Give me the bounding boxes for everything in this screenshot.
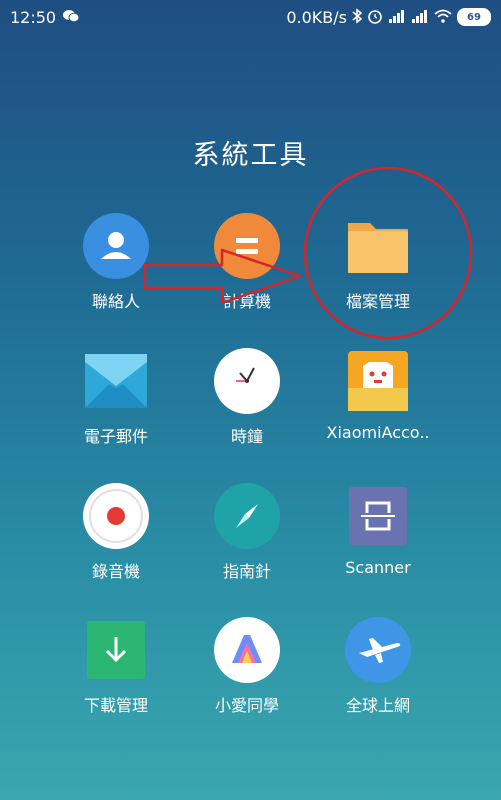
status-bar: 12:50 0.0KB/s 69 <box>0 0 501 34</box>
net-speed: 0.0KB/s <box>286 7 347 27</box>
record-icon <box>83 483 149 549</box>
app-email[interactable]: 電子郵件 <box>46 348 186 447</box>
app-label: 指南針 <box>222 562 271 581</box>
folder-icon <box>345 213 411 279</box>
app-compass[interactable]: 指南針 <box>177 483 317 582</box>
clock-icon <box>214 348 280 414</box>
app-downloads[interactable]: 下載管理 <box>46 617 186 716</box>
app-calculator[interactable]: 計算機 <box>177 213 317 312</box>
app-label: 計算機 <box>222 292 271 311</box>
signal-icon-2 <box>411 9 429 26</box>
wechat-icon <box>62 9 80 26</box>
app-label: Scanner <box>345 558 411 577</box>
app-label: 錄音機 <box>91 562 140 581</box>
app-recorder[interactable]: 錄音機 <box>46 483 186 582</box>
app-scanner[interactable]: Scanner <box>308 483 448 577</box>
app-xiaoai[interactable]: 小愛同學 <box>177 617 317 716</box>
scanner-icon <box>345 483 411 549</box>
mi-account-icon <box>345 348 411 414</box>
email-icon <box>83 348 149 414</box>
app-label: 全球上網 <box>345 696 410 715</box>
wifi-icon <box>434 9 452 26</box>
app-contacts[interactable]: 聯絡人 <box>46 213 186 312</box>
airplane-icon <box>345 617 411 683</box>
app-clock[interactable]: 時鐘 <box>177 348 317 447</box>
bluetooth-icon <box>352 7 363 27</box>
app-label: 小愛同學 <box>214 696 279 715</box>
folder-title: 系統工具 <box>192 140 309 171</box>
app-global-internet[interactable]: 全球上網 <box>308 617 448 716</box>
alarm-icon <box>367 8 383 27</box>
app-xiaomi-account[interactable]: XiaomiAcco.. <box>308 348 448 442</box>
app-label: 時鐘 <box>230 427 263 446</box>
app-label: 聯絡人 <box>91 292 140 311</box>
contacts-icon <box>83 213 149 279</box>
status-time: 12:50 <box>10 7 57 27</box>
signal-icon <box>388 9 406 26</box>
download-icon <box>83 617 149 683</box>
xiaoai-icon <box>214 617 280 683</box>
app-label: 電子郵件 <box>83 427 148 446</box>
compass-icon <box>214 483 280 549</box>
app-label: 下載管理 <box>83 696 148 715</box>
battery-icon: 69 <box>457 8 491 26</box>
app-label: XiaomiAcco.. <box>326 423 430 442</box>
app-file-manager[interactable]: 檔案管理 <box>308 213 448 312</box>
calculator-icon <box>214 213 280 279</box>
app-label: 檔案管理 <box>345 292 410 311</box>
